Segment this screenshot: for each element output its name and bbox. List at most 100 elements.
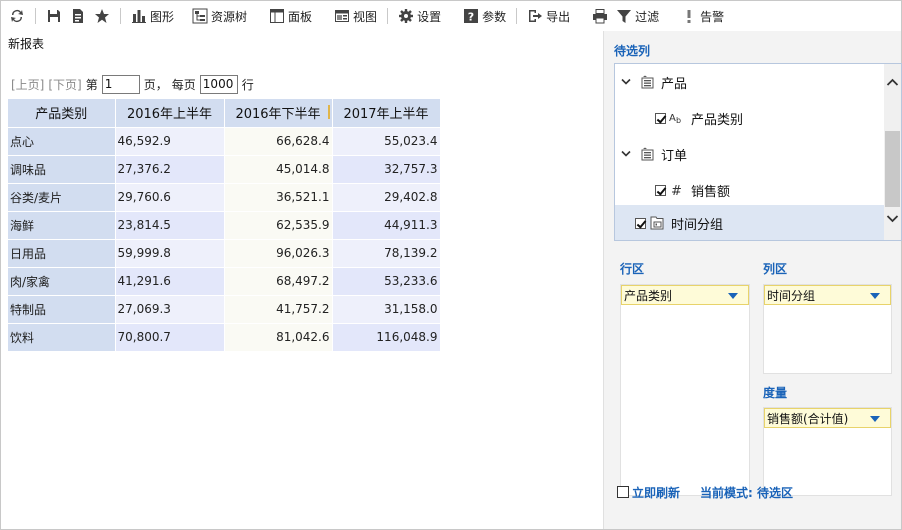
row-field-chip[interactable]: 产品类别 [621, 285, 749, 305]
value-cell[interactable]: 31,158.0 [332, 295, 441, 324]
chart-button[interactable]: 图形 [127, 4, 178, 28]
value-cell[interactable]: 45,014.8 [224, 155, 333, 184]
value-cell[interactable]: 62,535.9 [224, 211, 333, 240]
star-icon [95, 9, 109, 23]
value-cell[interactable]: 41,757.2 [224, 295, 333, 324]
value-cell[interactable]: 59,999.8 [115, 239, 225, 268]
dropdown-arrow-icon[interactable] [870, 293, 880, 299]
params-button[interactable]: ? 参数 [459, 4, 510, 28]
measure-field-label: 销售额(合计值) [767, 411, 849, 426]
tree-node-product-category[interactable]: Ab 产品类别 [615, 100, 885, 136]
value-cell[interactable]: 23,814.5 [115, 211, 225, 240]
tree-node-sales[interactable]: # 销售额 [615, 172, 885, 208]
value-cell[interactable]: 46,592.9 [115, 127, 225, 156]
field-checkbox[interactable] [655, 184, 666, 196]
view-button[interactable]: 视图 [330, 4, 381, 28]
row-header-cell[interactable]: 谷类/麦片 [8, 183, 116, 212]
row-header-cell[interactable]: 点心 [8, 127, 116, 156]
value-cell[interactable]: 70,800.7 [115, 323, 225, 352]
row-header-cell[interactable]: 海鲜 [8, 211, 116, 240]
value-cell[interactable]: 29,402.8 [332, 183, 441, 212]
filter-button[interactable]: 过滤 [612, 4, 663, 28]
page-prefix: 第 [85, 77, 98, 92]
refresh-icon [11, 10, 23, 23]
column-resize-handle[interactable] [327, 105, 330, 119]
refresh-button[interactable] [5, 4, 29, 28]
chevron-down-icon[interactable] [621, 78, 633, 86]
dropdown-arrow-icon[interactable] [870, 416, 880, 422]
column-header[interactable]: 2017年上半年 [332, 99, 441, 128]
rows-per-page-input[interactable] [199, 74, 238, 94]
resource-tree-button[interactable]: 资源树 [188, 4, 251, 28]
row-header-cell[interactable]: 饮料 [8, 323, 116, 352]
mode-label: 当前模式: 待选区 [700, 485, 793, 500]
refresh-now-label[interactable]: 立即刷新 [632, 484, 680, 501]
refresh-now-checkbox[interactable] [617, 486, 629, 498]
favorite-button[interactable] [90, 4, 114, 28]
save-as-button[interactable] [66, 4, 90, 28]
value-cell[interactable]: 78,139.2 [332, 239, 441, 268]
row-header-cell[interactable]: 肉/家禽 [8, 267, 116, 296]
value-cell[interactable]: 116,048.9 [332, 323, 441, 352]
export-button[interactable]: 导出 [523, 4, 574, 28]
value-cell[interactable]: 41,291.6 [115, 267, 225, 296]
page-suffix: 页， [143, 77, 168, 92]
page-number-input[interactable] [101, 74, 140, 94]
chevron-down-icon[interactable] [621, 150, 633, 158]
value-cell[interactable]: 27,069.3 [115, 295, 225, 324]
tree-node-time-group[interactable]: 时间分组 [615, 205, 885, 240]
prev-page-link[interactable]: [上页] [11, 76, 44, 93]
value-cell[interactable]: 27,376.2 [115, 155, 225, 184]
value-cell[interactable]: 55,023.4 [332, 127, 441, 156]
value-cell[interactable]: 96,026.3 [224, 239, 333, 268]
value-cell[interactable]: 68,497.2 [224, 267, 333, 296]
dropdown-arrow-icon[interactable] [728, 293, 738, 299]
tree-scrollbar[interactable] [884, 64, 901, 240]
candidate-tree: 产品 Ab 产品类别 订单 # 销售额 时间分组 [614, 63, 902, 241]
tree-node-product[interactable]: 产品 [615, 64, 885, 100]
value-cell[interactable]: 66,628.4 [224, 127, 333, 156]
field-checkbox[interactable] [635, 217, 646, 229]
settings-label: 设置 [417, 9, 442, 24]
resource-tree-label: 资源树 [211, 9, 248, 24]
next-page-link[interactable]: [下页] [48, 76, 81, 93]
panel-button[interactable]: 面板 [265, 4, 316, 28]
number-field-icon: # [669, 182, 685, 198]
value-cell[interactable]: 53,233.6 [332, 267, 441, 296]
table-header-row: 产品类别 2016年上半年 2016年下半年 2017年上半年 [8, 99, 441, 128]
table-row: 海鲜 23,814.5 62,535.9 44,911.3 [8, 211, 441, 240]
row-area-drop-zone[interactable]: 产品类别 [620, 284, 750, 496]
print-button[interactable] [588, 4, 612, 28]
row-field-label: 产品类别 [624, 288, 673, 303]
scrollbar-thumb[interactable] [885, 131, 900, 207]
column-header[interactable]: 2016年下半年 [224, 99, 333, 128]
row-header-cell[interactable]: 日用品 [8, 239, 116, 268]
scroll-down-icon[interactable] [886, 212, 899, 225]
measure-field-chip[interactable]: 销售额(合计值) [764, 408, 891, 428]
col-field-chip[interactable]: 时间分组 [764, 285, 891, 305]
settings-button[interactable]: 设置 [394, 4, 445, 28]
save-button[interactable] [42, 4, 66, 28]
tree-node-label: 订单 [661, 148, 688, 164]
row-header-cell[interactable]: 特制品 [8, 295, 116, 324]
per-page-prefix: 每页 [171, 77, 196, 92]
value-cell[interactable]: 36,521.1 [224, 183, 333, 212]
column-header[interactable]: 2016年上半年 [115, 99, 225, 128]
per-page-suffix: 行 [241, 77, 254, 92]
export-icon [529, 10, 543, 22]
column-header[interactable]: 产品类别 [8, 99, 116, 128]
col-area-drop-zone[interactable]: 时间分组 [763, 284, 892, 374]
tree-node-order[interactable]: 订单 [615, 136, 885, 172]
value-cell[interactable]: 44,911.3 [332, 211, 441, 240]
scroll-up-icon[interactable] [886, 76, 899, 89]
value-cell[interactable]: 81,042.6 [224, 323, 333, 352]
field-checkbox[interactable] [655, 112, 666, 124]
value-cell[interactable]: 29,760.6 [115, 183, 225, 212]
filter-icon [617, 10, 632, 23]
alert-button[interactable]: 告警 [677, 4, 728, 28]
dimension-folder-icon [639, 74, 655, 90]
row-header-cell[interactable]: 调味品 [8, 155, 116, 184]
bar-chart-icon [132, 10, 146, 23]
value-cell[interactable]: 32,757.3 [332, 155, 441, 184]
col-field-label: 时间分组 [767, 288, 816, 303]
